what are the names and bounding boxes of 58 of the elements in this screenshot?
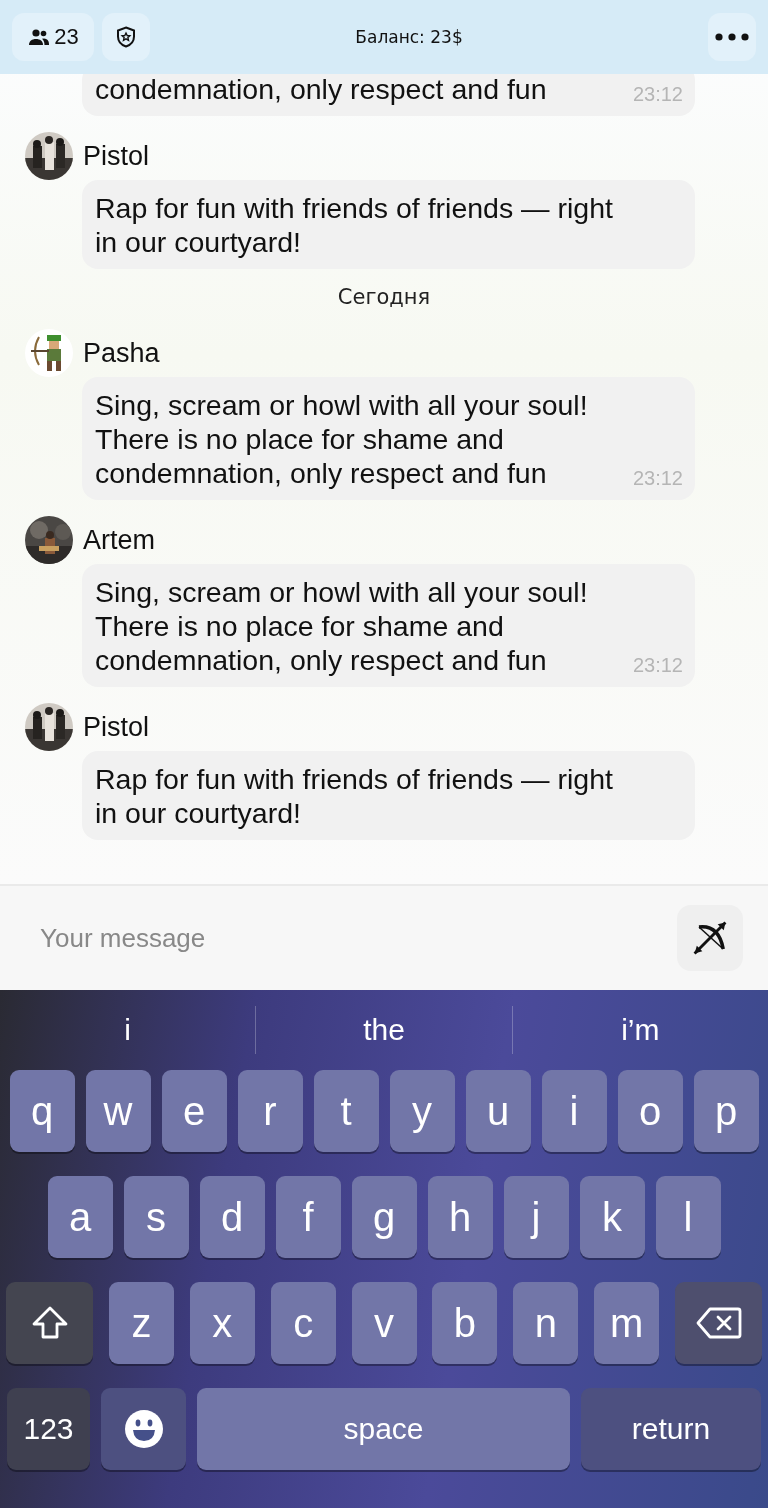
message-text: Sing, scream or howl with all your soul! There is no place for shame and condemnation, only respect and fun bbox=[95, 388, 589, 490]
key[interactable]: c bbox=[270, 1282, 336, 1364]
message-time: 23:12 bbox=[632, 467, 683, 490]
key[interactable]: q bbox=[9, 1070, 75, 1152]
key[interactable]: z bbox=[108, 1282, 174, 1364]
message-time: 23:12 bbox=[632, 83, 683, 106]
date-separator: Сегодня bbox=[336, 285, 432, 309]
author-name: Pasha bbox=[83, 337, 160, 369]
key[interactable]: m bbox=[594, 1282, 660, 1364]
key[interactable]: e bbox=[161, 1070, 227, 1152]
shield-icon bbox=[114, 25, 138, 49]
suggestion[interactable]: the bbox=[256, 1000, 512, 1060]
message-text: Rap for fun with friends of friends — right in our courtyard! bbox=[95, 762, 614, 830]
key[interactable]: v bbox=[351, 1282, 417, 1364]
message-text: condemnation, only respect and fun bbox=[95, 72, 548, 106]
key[interactable]: r bbox=[237, 1070, 303, 1152]
message-time: 23:12 bbox=[632, 654, 683, 677]
key[interactable]: o bbox=[617, 1070, 683, 1152]
send-button[interactable] bbox=[677, 905, 743, 971]
message-text: Rap for fun with friends of friends — right in our courtyard! bbox=[95, 191, 614, 259]
key[interactable]: h bbox=[427, 1176, 493, 1258]
suggestion[interactable]: i’m bbox=[512, 1000, 768, 1060]
more-button[interactable] bbox=[708, 13, 756, 61]
backspace-icon bbox=[695, 1306, 742, 1340]
key[interactable]: f bbox=[275, 1176, 341, 1258]
key[interactable]: s bbox=[123, 1176, 189, 1258]
key[interactable]: l bbox=[655, 1176, 721, 1258]
balance-label: Баланс: 23$ bbox=[354, 27, 464, 47]
key[interactable]: a bbox=[47, 1176, 113, 1258]
key[interactable]: j bbox=[503, 1176, 569, 1258]
backspace-key[interactable] bbox=[675, 1282, 762, 1364]
smiley-icon bbox=[123, 1409, 164, 1449]
space-key[interactable]: space bbox=[197, 1388, 570, 1470]
key[interactable]: i bbox=[541, 1070, 607, 1152]
numbers-key[interactable]: 123 bbox=[7, 1388, 90, 1470]
author-name: Pistol bbox=[83, 711, 150, 743]
key[interactable]: y bbox=[389, 1070, 455, 1152]
author-name: Artem bbox=[83, 524, 155, 556]
key[interactable]: p bbox=[693, 1070, 759, 1152]
key[interactable]: b bbox=[432, 1282, 498, 1364]
key[interactable]: g bbox=[351, 1176, 417, 1258]
members-button[interactable]: 23 bbox=[12, 13, 94, 61]
author-name: Pistol bbox=[83, 140, 150, 172]
key[interactable]: d bbox=[199, 1176, 265, 1258]
message-text: Sing, scream or howl with all your soul! There is no place for shame and condemnation, only respect and fun bbox=[95, 575, 589, 677]
key[interactable]: x bbox=[189, 1282, 255, 1364]
key[interactable]: n bbox=[513, 1282, 579, 1364]
return-key[interactable]: return bbox=[581, 1388, 761, 1470]
more-icon bbox=[715, 33, 749, 41]
key[interactable]: k bbox=[579, 1176, 645, 1258]
shield-button[interactable] bbox=[102, 13, 150, 61]
key[interactable]: u bbox=[465, 1070, 531, 1152]
shift-key[interactable] bbox=[6, 1282, 93, 1364]
message-composer[interactable]: Your message bbox=[0, 884, 768, 990]
key[interactable]: w bbox=[85, 1070, 151, 1152]
suggestion[interactable]: i bbox=[0, 1000, 256, 1060]
key[interactable]: t bbox=[313, 1070, 379, 1152]
emoji-key[interactable] bbox=[101, 1388, 186, 1470]
